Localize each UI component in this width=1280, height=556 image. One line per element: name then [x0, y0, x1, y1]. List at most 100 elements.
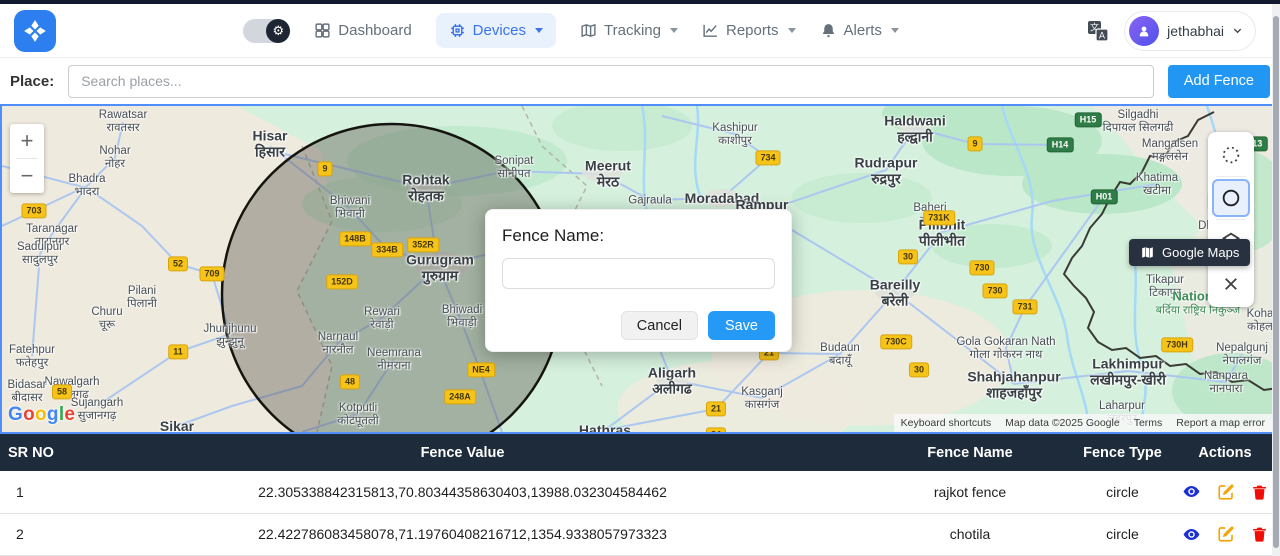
header-fence-type: Fence Type — [1075, 445, 1170, 461]
nav-dashboard[interactable]: Dashboard — [314, 22, 411, 39]
cancel-drawing-tool[interactable] — [1212, 265, 1250, 303]
nav-alerts[interactable]: Alerts — [820, 22, 899, 39]
map-zoom-control: + − — [10, 124, 44, 193]
google-maps-tooltip: Google Maps — [1129, 239, 1250, 266]
person-icon — [1136, 23, 1152, 39]
scrollbar[interactable] — [1272, 4, 1280, 556]
nav-devices-label: Devices — [473, 22, 526, 39]
fence-table-header: SR NO Fence Value Fence Name Fence Type … — [0, 434, 1280, 471]
chevron-down-icon — [670, 28, 678, 33]
report-map-error-link[interactable]: Report a map error — [1169, 414, 1272, 432]
cell-fence-name: chotila — [865, 526, 1075, 542]
divider — [1216, 219, 1246, 220]
cell-fence-name: rajkot fence — [865, 484, 1075, 500]
navbar-right: 文 A jethabhai — [1086, 11, 1256, 51]
circle-draw-tool[interactable] — [1212, 179, 1250, 217]
table-row: 1 22.305338842315813,70.80344358630403,1… — [0, 471, 1280, 514]
fence-name-dialog: Fence Name: Cancel Save — [485, 209, 792, 352]
cell-fence-value: 22.305338842315813,70.80344358630403,139… — [60, 484, 865, 500]
dialog-actions: Cancel Save — [502, 311, 775, 340]
zoom-out-button[interactable]: − — [10, 159, 44, 193]
cell-sr-no: 1 — [0, 484, 60, 500]
google-logo-letter: G — [8, 404, 23, 425]
app-logo[interactable] — [14, 10, 56, 52]
dashboard-grid-icon — [314, 22, 331, 39]
eye-icon — [1182, 482, 1201, 501]
theme-toggle[interactable]: ⚙ — [243, 19, 290, 43]
edit-pencil-icon — [1217, 525, 1235, 543]
fence-name-input[interactable] — [502, 258, 775, 289]
scrollbar-thumb[interactable] — [1273, 16, 1279, 548]
circle-icon — [1220, 187, 1242, 209]
trash-icon — [1251, 483, 1268, 501]
chevron-down-icon — [788, 28, 796, 33]
translate-icon[interactable]: 文 A — [1086, 19, 1110, 43]
delete-fence-button[interactable] — [1251, 525, 1268, 543]
save-button[interactable]: Save — [708, 311, 775, 340]
terms-link[interactable]: Terms — [1127, 414, 1170, 432]
edit-pencil-icon — [1217, 483, 1235, 501]
bell-icon — [820, 22, 837, 39]
map-attribution: Keyboard shortcuts Map data ©2025 Google… — [894, 414, 1272, 432]
nav-alerts-label: Alerts — [844, 22, 882, 39]
nav-dashboard-label: Dashboard — [338, 22, 411, 39]
header-fence-name: Fence Name — [865, 445, 1075, 461]
user-name: jethabhai — [1167, 23, 1224, 39]
eye-icon — [1182, 525, 1201, 544]
cell-sr-no: 2 — [0, 526, 60, 542]
add-fence-button[interactable]: Add Fence — [1168, 65, 1270, 98]
delete-fence-button[interactable] — [1251, 483, 1268, 501]
table-row: 2 22.422786083458078,71.19760408216712,1… — [0, 514, 1280, 556]
cell-fence-type: circle — [1075, 484, 1170, 500]
map-route-icon — [580, 22, 597, 39]
cancel-button[interactable]: Cancel — [621, 311, 698, 340]
divider — [1216, 176, 1246, 177]
map-data-copyright: Map data ©2025 Google — [998, 414, 1127, 432]
place-label: Place: — [10, 73, 54, 90]
chevron-down-icon — [535, 28, 543, 33]
google-logo-letter: g — [47, 404, 59, 425]
google-logo-letter: o — [23, 404, 35, 425]
search-places-input[interactable] — [68, 65, 1154, 98]
header-actions: Actions — [1170, 445, 1280, 461]
close-icon — [1222, 275, 1240, 293]
chip-icon — [449, 22, 466, 39]
google-logo-letter: e — [64, 404, 75, 425]
line-chart-icon — [702, 22, 719, 39]
fence-table: SR NO Fence Value Fence Name Fence Type … — [0, 434, 1280, 556]
drawing-toolbar — [1208, 132, 1254, 307]
nav-tracking[interactable]: Tracking — [580, 22, 678, 39]
cell-actions — [1170, 525, 1280, 544]
map-canvas[interactable]: Rawatsar रावतसर Nohar नोहर Bhadra भादरा … — [0, 104, 1280, 434]
user-menu[interactable]: jethabhai — [1124, 11, 1256, 51]
chevron-down-icon — [1232, 25, 1243, 36]
keyboard-shortcuts-link[interactable]: Keyboard shortcuts — [894, 414, 998, 432]
map-icon — [1140, 245, 1155, 260]
app-logo-icon — [22, 18, 48, 44]
dotted-circle-icon — [1220, 144, 1242, 166]
gear-icon: ⚙ — [266, 19, 290, 43]
nav-tracking-label: Tracking — [604, 22, 661, 39]
main-menu: ⚙ Dashboard Devices Tracking — [56, 13, 1086, 48]
cell-actions — [1170, 482, 1280, 501]
header-fence-value: Fence Value — [60, 445, 865, 461]
fence-name-label: Fence Name: — [502, 226, 775, 246]
nav-reports[interactable]: Reports — [702, 22, 796, 39]
avatar — [1129, 16, 1159, 46]
view-fence-button[interactable] — [1182, 525, 1201, 544]
freehand-draw-tool[interactable] — [1212, 136, 1250, 174]
nav-devices[interactable]: Devices — [436, 13, 556, 48]
view-fence-button[interactable] — [1182, 482, 1201, 501]
google-logo-letter: o — [35, 404, 47, 425]
zoom-in-button[interactable]: + — [10, 124, 44, 158]
nav-reports-label: Reports — [726, 22, 779, 39]
cell-fence-value: 22.422786083458078,71.19760408216712,135… — [60, 526, 865, 542]
edit-fence-button[interactable] — [1217, 525, 1235, 543]
navbar: ⚙ Dashboard Devices Tracking — [0, 4, 1280, 58]
trash-icon — [1251, 525, 1268, 543]
google-logo[interactable]: Google — [8, 404, 75, 426]
chevron-down-icon — [891, 28, 899, 33]
edit-fence-button[interactable] — [1217, 483, 1235, 501]
cell-fence-type: circle — [1075, 526, 1170, 542]
fence-table-body: 1 22.305338842315813,70.80344358630403,1… — [0, 471, 1280, 556]
